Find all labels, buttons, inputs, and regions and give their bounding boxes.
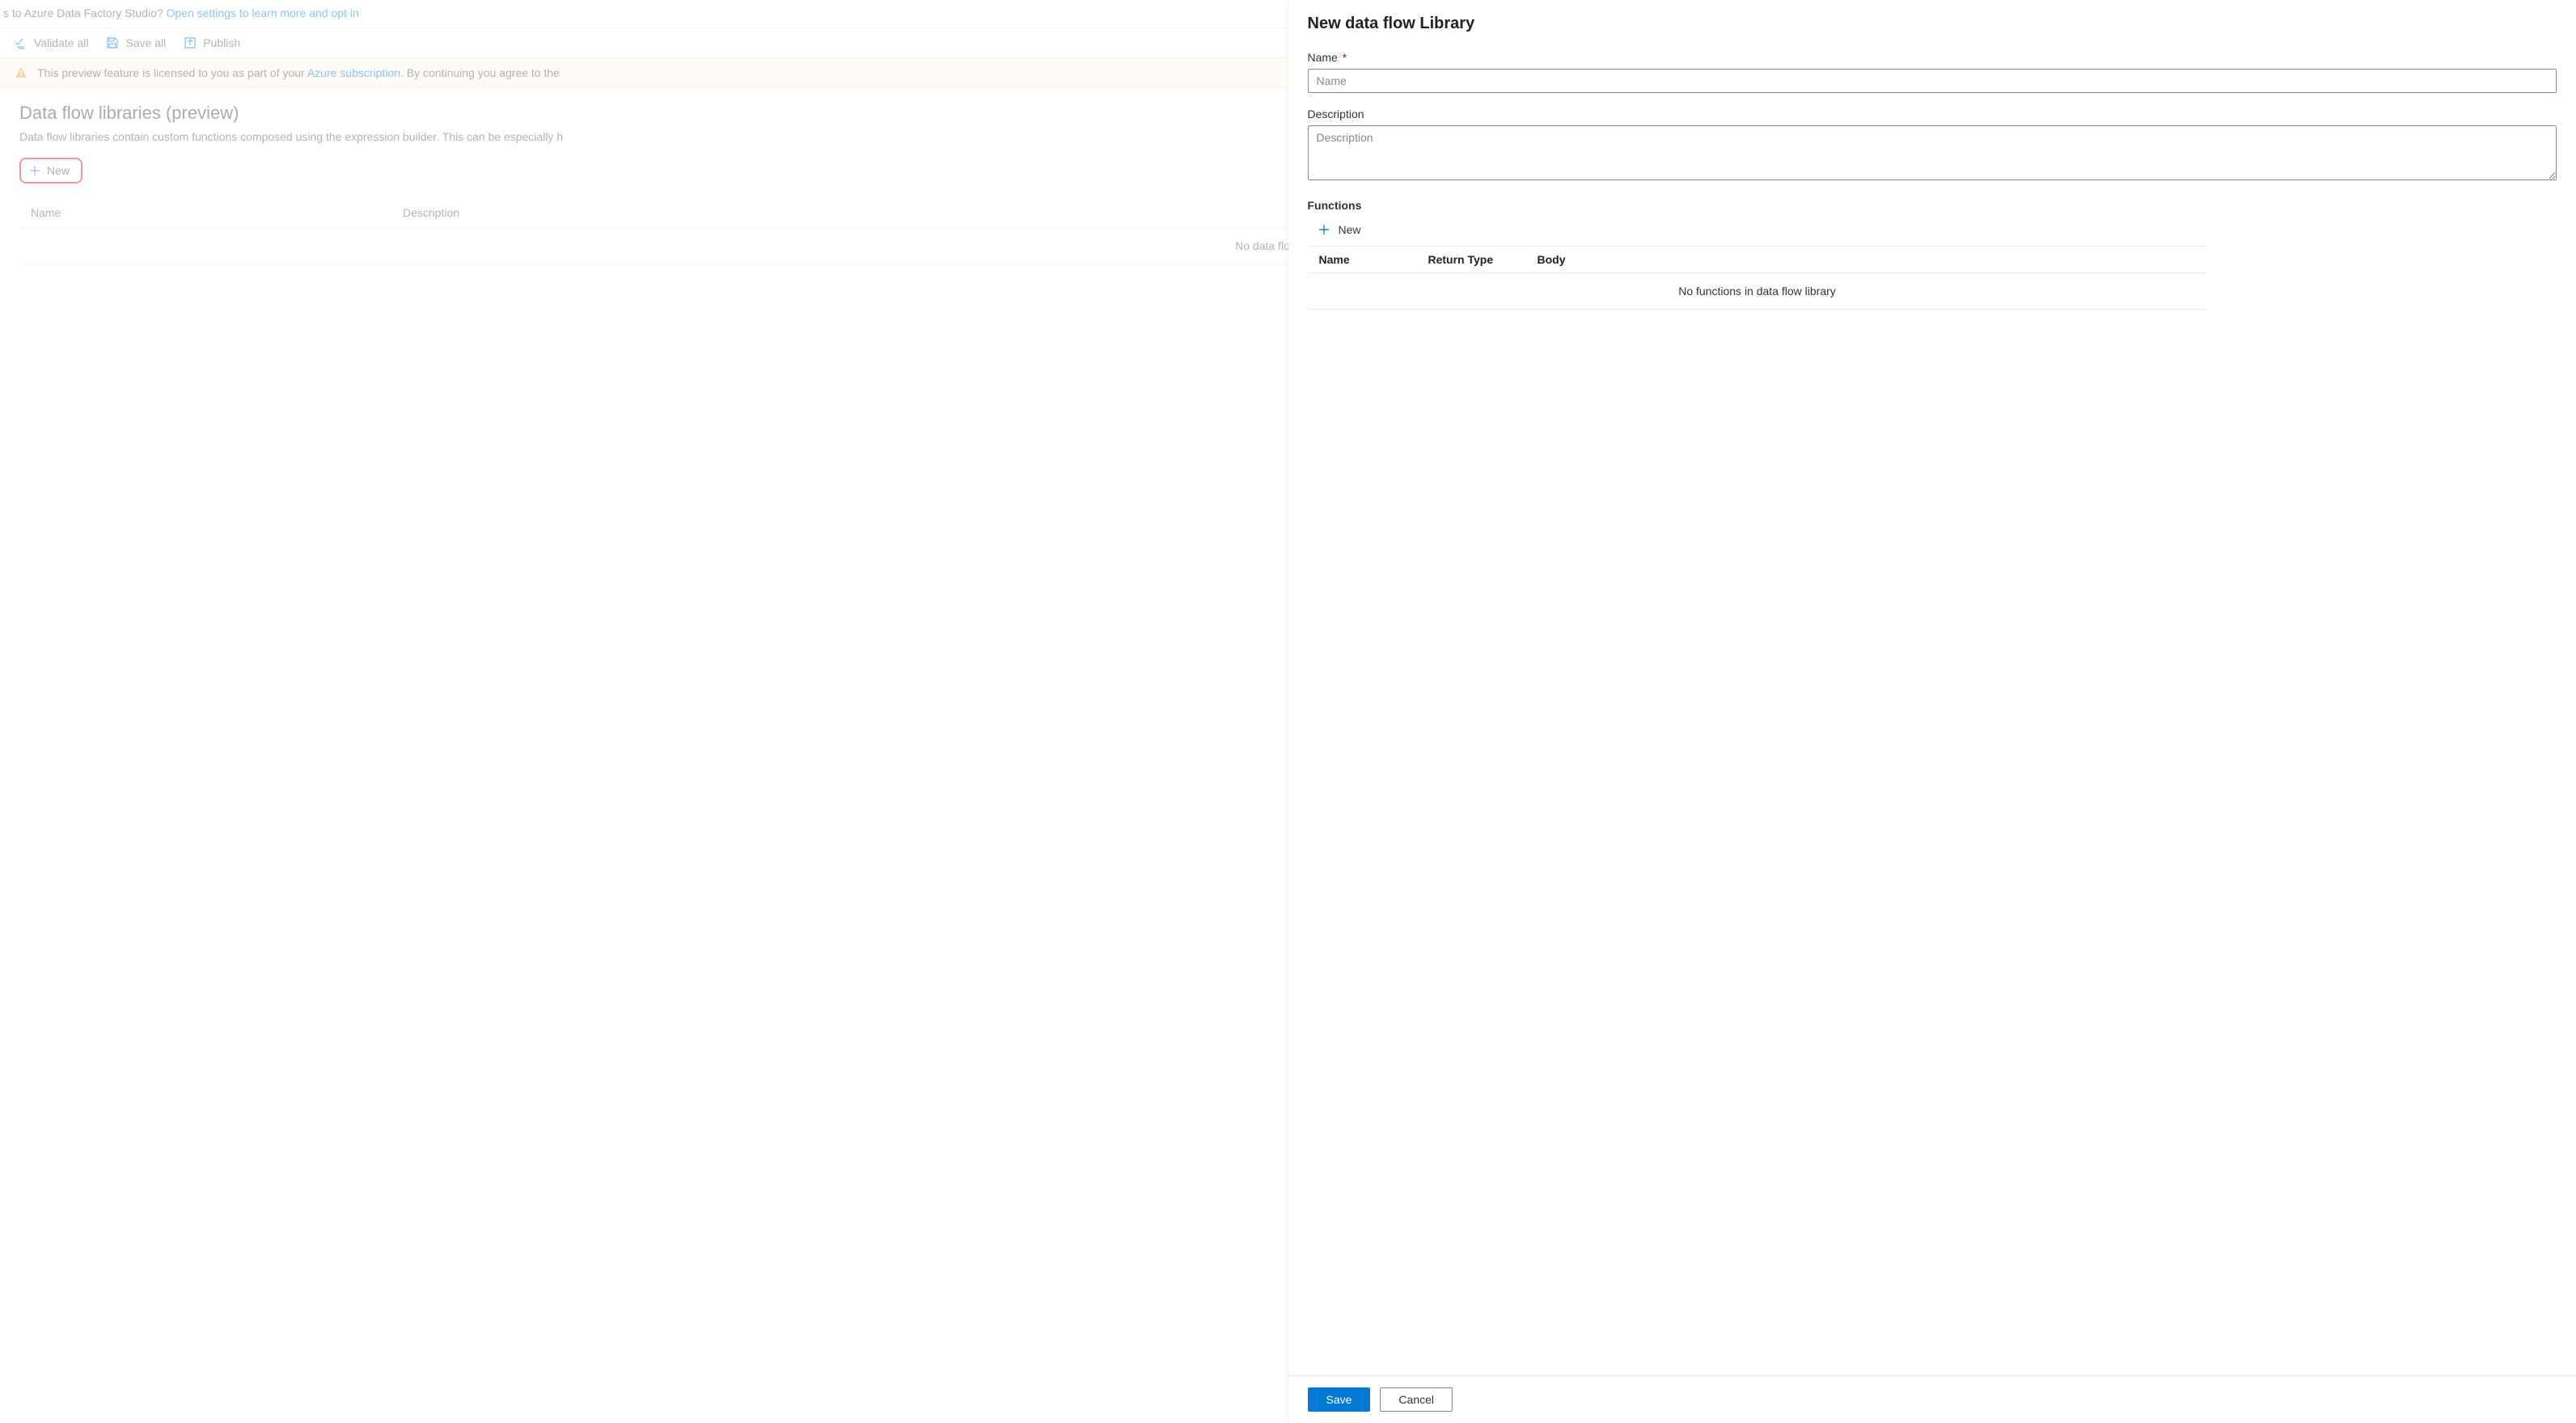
save-all-button[interactable]: Save all: [106, 36, 166, 49]
panel-body: New data flow Library Name * Description…: [1288, 0, 2576, 1375]
func-col-body: Body: [1538, 253, 2196, 266]
warning-icon: [15, 66, 27, 79]
publish-button[interactable]: Publish: [184, 36, 240, 49]
publish-label: Publish: [203, 36, 240, 49]
save-button[interactable]: Save: [1308, 1387, 1371, 1412]
azure-subscription-link[interactable]: Azure subscription.: [307, 66, 404, 79]
name-input[interactable]: [1308, 69, 2557, 93]
func-col-name: Name: [1319, 253, 1428, 266]
name-label: Name *: [1308, 51, 2557, 64]
plus-icon: [29, 165, 40, 176]
save-all-label: Save all: [125, 36, 166, 49]
cancel-button[interactable]: Cancel: [1380, 1387, 1453, 1412]
func-col-return-type: Return Type: [1428, 253, 1538, 266]
functions-table-header: Name Return Type Body: [1308, 247, 2207, 273]
new-library-button[interactable]: New: [19, 158, 82, 184]
name-group: Name *: [1308, 51, 2557, 93]
description-group: Description: [1308, 108, 2557, 184]
new-library-panel: New data flow Library Name * Description…: [1288, 0, 2576, 1423]
plus-icon: [1318, 223, 1330, 236]
top-banner-link[interactable]: Open settings to learn more and opt in: [167, 6, 359, 19]
panel-footer: Save Cancel: [1288, 1375, 2576, 1423]
validate-all-label: Validate all: [34, 36, 88, 49]
info-bar-text: This preview feature is licensed to you …: [37, 66, 560, 79]
functions-table: Name Return Type Body No functions in da…: [1308, 246, 2207, 310]
functions-label: Functions: [1308, 199, 2557, 212]
publish-icon: [184, 36, 197, 49]
new-library-label: New: [47, 164, 70, 177]
top-banner-text: s to Azure Data Factory Studio?: [3, 6, 167, 19]
functions-table-empty: No functions in data flow library: [1308, 273, 2207, 309]
functions-section: Functions New Name Return Type Body No f…: [1308, 199, 2557, 310]
validate-all-button[interactable]: Validate all: [15, 36, 88, 49]
description-label: Description: [1308, 108, 2557, 120]
new-function-button[interactable]: New: [1313, 220, 1366, 239]
required-indicator: *: [1343, 51, 1347, 64]
save-all-icon: [106, 36, 119, 49]
panel-title: New data flow Library: [1308, 15, 2557, 33]
new-function-label: New: [1339, 223, 1361, 236]
check-all-icon: [15, 36, 27, 49]
col-name-header: Name: [31, 206, 403, 219]
description-input[interactable]: [1308, 125, 2557, 180]
